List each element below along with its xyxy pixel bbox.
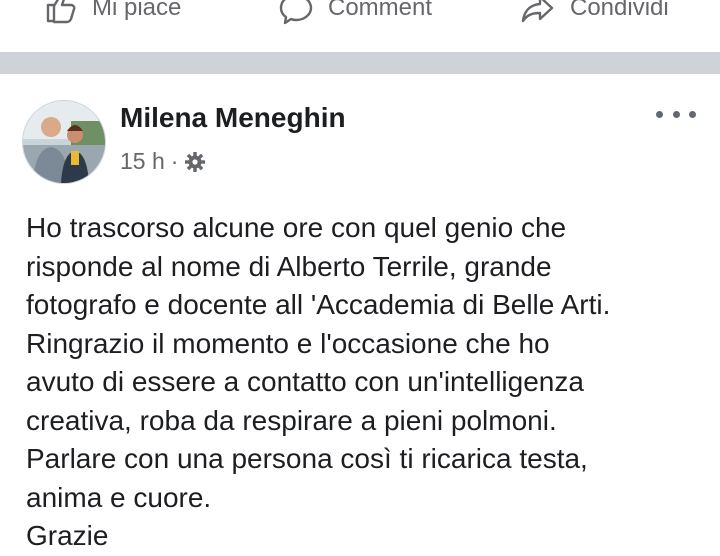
comment-icon [279,0,313,25]
comment-label: Comment [328,0,433,21]
meta-separator: · [170,148,179,174]
feed-separator [0,52,720,74]
more-options-icon[interactable] [656,102,696,126]
share-label: Condividi [570,0,669,21]
post-timestamp[interactable]: 15 h [120,148,165,175]
avatar[interactable] [22,100,106,184]
post-card: Milena Meneghin 15 h · Ho trascorso alcu… [0,74,720,551]
gear-icon [185,151,206,172]
avatar-photo [23,101,105,183]
post-action-bar: Mi piace Comment Condividi [0,0,720,46]
like-button[interactable]: Mi piace [44,0,181,28]
like-label: Mi piace [92,0,182,21]
share-icon [521,0,554,23]
post-author-name[interactable]: Milena Meneghin [120,102,346,134]
post-meta: 15 h · [120,148,206,175]
share-button[interactable]: Condividi [520,0,669,28]
post-text: Ho trascorso alcune ore con quel genio c… [26,212,611,551]
thumbs-up-icon [46,0,76,24]
comment-button[interactable]: Comment [278,0,432,28]
